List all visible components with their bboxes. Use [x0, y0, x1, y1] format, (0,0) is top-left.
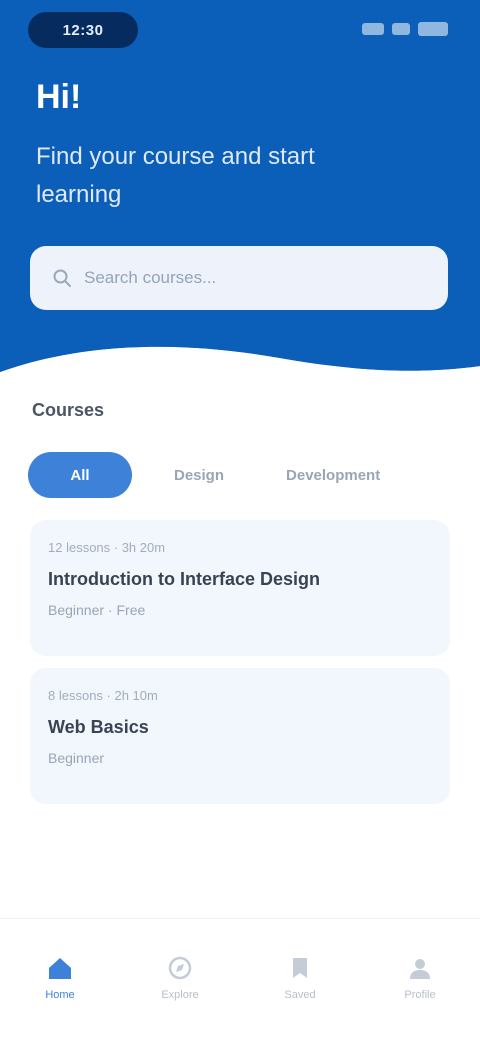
- nav-item-profile[interactable]: Profile: [375, 955, 465, 1001]
- nav-item-home[interactable]: Home: [15, 955, 105, 1001]
- nav-label: Profile: [404, 989, 436, 1001]
- compass-icon: [168, 956, 192, 980]
- hero-greeting: Hi!: [36, 78, 82, 116]
- bottom-nav: Home Explore Saved Profile: [0, 918, 480, 1040]
- tab-design[interactable]: Design: [154, 452, 244, 498]
- course-meta: 12 lessons · 3h 20m: [48, 540, 166, 555]
- nav-item-explore[interactable]: Explore: [135, 955, 225, 1001]
- section-title: Courses: [32, 400, 105, 420]
- course-subtitle: Beginner · Free: [48, 602, 146, 618]
- status-icons: [362, 22, 448, 36]
- wifi-icon: [392, 23, 410, 35]
- battery-icon: [418, 22, 448, 36]
- course-meta: 8 lessons · 2h 10m: [48, 688, 158, 703]
- home-icon: [49, 958, 71, 979]
- course-card[interactable]: 8 lessons · 2h 10m Web Basics Beginner: [30, 668, 450, 804]
- nav-label: Saved: [284, 989, 316, 1001]
- bookmark-icon: [293, 958, 307, 978]
- nav-label: Home: [45, 989, 75, 1001]
- course-title: Introduction to Interface Design: [48, 569, 321, 589]
- course-title: Web Basics: [48, 717, 149, 737]
- nav-item-saved[interactable]: Saved: [255, 955, 345, 1001]
- status-bar: 12:30: [0, 0, 480, 60]
- category-tabs: All Design Development: [28, 452, 400, 498]
- tab-all[interactable]: All: [28, 452, 132, 498]
- hero-wave: [0, 330, 480, 400]
- course-subtitle: Beginner: [48, 750, 105, 766]
- course-card[interactable]: 12 lessons · 3h 20m Introduction to Inte…: [30, 520, 450, 656]
- signal-icon: [362, 23, 384, 35]
- status-time: 12:30: [28, 12, 138, 48]
- search-icon: [53, 269, 71, 287]
- search-input[interactable]: [84, 268, 426, 288]
- tab-development[interactable]: Development: [266, 452, 400, 498]
- user-icon: [410, 959, 430, 979]
- hero-title: Find your course and start learning: [36, 143, 315, 208]
- search-box[interactable]: [30, 246, 448, 310]
- nav-label: Explore: [161, 989, 199, 1001]
